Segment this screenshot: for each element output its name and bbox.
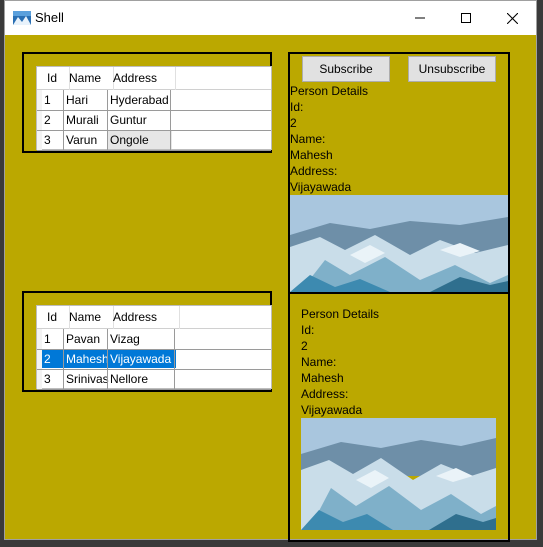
close-button[interactable] — [489, 1, 535, 35]
subscribe-button[interactable]: Subscribe — [302, 56, 390, 82]
cell-address[interactable]: Guntur — [108, 111, 172, 129]
details-heading: Person Details — [301, 307, 380, 321]
person-details-top: Person Details Id: 2 Name: Mahesh Addres… — [290, 83, 508, 195]
glacier-photo — [290, 195, 508, 292]
table-row[interactable]: 2 Murali Guntur — [37, 111, 271, 131]
id-label: Id: — [290, 100, 304, 114]
title-bar[interactable]: Shell — [5, 1, 536, 35]
close-icon — [506, 12, 518, 24]
table-row[interactable]: 1 Hari Hyderabad — [37, 91, 271, 111]
table-row[interactable]: 3 Srinivas Nellore — [37, 370, 271, 390]
grid-line — [63, 90, 64, 150]
column-header-name[interactable]: Name — [64, 306, 114, 329]
table-row[interactable]: 1 Pavan Vizag — [37, 330, 271, 350]
id-label: Id: — [301, 323, 315, 337]
address-label: Address: — [290, 164, 338, 178]
table-row[interactable]: 3 Varun Ongole — [37, 131, 271, 151]
unsubscribe-button[interactable]: Unsubscribe — [408, 56, 496, 82]
id-value: 2 — [290, 116, 297, 130]
cell-address[interactable]: Nellore — [108, 370, 176, 388]
name-label: Name: — [290, 132, 326, 146]
grid-panel-bottom: Id Name Address 1 Pavan Vizag 2 Mahesh V… — [22, 291, 272, 392]
column-header-address[interactable]: Address — [108, 306, 180, 329]
details-panel: Subscribe Unsubscribe Person Details Id:… — [288, 52, 510, 542]
person-details-bottom: Person Details Id: 2 Name: Mahesh Addres… — [301, 306, 501, 418]
name-label: Name: — [301, 355, 337, 369]
grid-header: Id Name Address — [37, 67, 271, 90]
people-grid-bottom[interactable]: Id Name Address 1 Pavan Vizag 2 Mahesh V… — [36, 305, 272, 390]
grid-line — [170, 90, 171, 150]
address-value: Vijayawada — [290, 180, 352, 194]
name-value: Mahesh — [290, 148, 333, 162]
cell-name[interactable]: Mahesh — [64, 350, 110, 368]
cell-name[interactable]: Srinivas — [64, 370, 110, 388]
grid-line — [107, 90, 108, 150]
maximize-icon — [461, 13, 471, 23]
grid-header: Id Name Address — [37, 306, 271, 329]
minimize-icon — [415, 17, 425, 19]
cell-address[interactable]: Vijayawada — [108, 350, 176, 368]
column-header-address[interactable]: Address — [108, 67, 176, 90]
cell-address[interactable]: Ongole — [108, 131, 172, 149]
cell-address[interactable]: Vizag — [108, 330, 176, 348]
cell-name[interactable]: Pavan — [64, 330, 110, 348]
cell-address[interactable]: Hyderabad — [108, 91, 172, 109]
window-title: Shell — [35, 10, 64, 25]
cell-name[interactable]: Varun — [64, 131, 110, 149]
table-row-selected[interactable]: 2 Mahesh Vijayawada — [37, 350, 271, 370]
id-value: 2 — [301, 339, 308, 353]
cell-name[interactable]: Hari — [64, 91, 110, 109]
details-heading: Person Details — [290, 84, 369, 98]
grid-line — [174, 329, 175, 389]
client-area: Id Name Address 1 Hari Hyderabad 2 Mural… — [5, 35, 536, 542]
column-header-name[interactable]: Name — [64, 67, 114, 90]
address-value: Vijayawada — [301, 403, 363, 417]
grid-line — [107, 329, 108, 389]
cell-name[interactable]: Murali — [64, 111, 110, 129]
minimize-button[interactable] — [397, 1, 443, 35]
landscape-app-icon — [13, 11, 31, 25]
people-grid-top[interactable]: Id Name Address 1 Hari Hyderabad 2 Mural… — [36, 66, 272, 151]
name-value: Mahesh — [301, 371, 344, 385]
glacier-photo — [301, 418, 496, 530]
shell-window: Shell Id Name Address 1 Hari Hyderabad 2… — [4, 0, 537, 542]
section-divider — [290, 292, 508, 294]
maximize-button[interactable] — [443, 1, 489, 35]
grid-line — [63, 329, 64, 389]
address-label: Address: — [301, 387, 349, 401]
grid-panel-top: Id Name Address 1 Hari Hyderabad 2 Mural… — [22, 52, 272, 153]
